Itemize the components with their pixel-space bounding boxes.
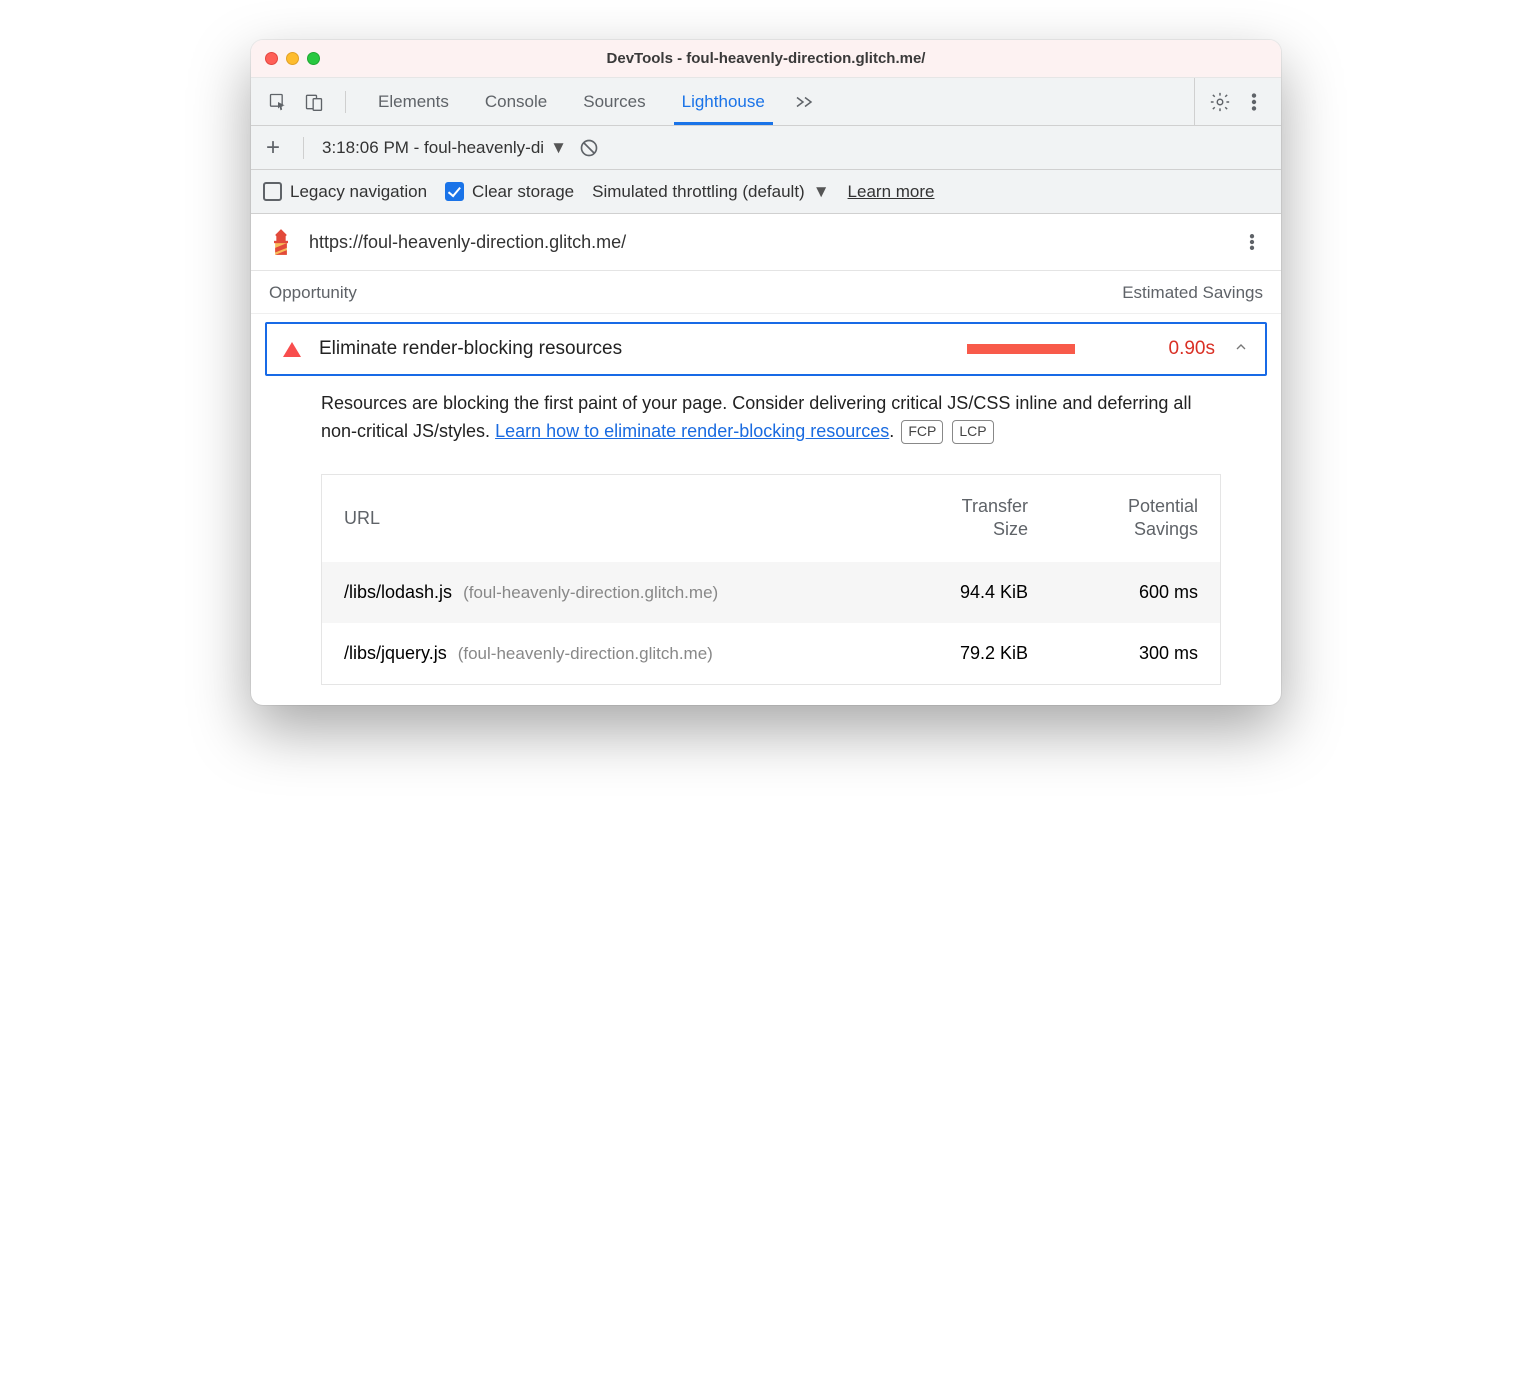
inspect-element-icon[interactable] — [265, 89, 291, 115]
col-size-header: Transfer Size — [868, 495, 1028, 542]
throttling-label: Simulated throttling (default) — [592, 182, 805, 202]
checkbox-icon — [263, 182, 282, 201]
titlebar: DevTools - foul-heavenly-direction.glitc… — [251, 40, 1281, 78]
lighthouse-icon — [267, 228, 295, 256]
table-row[interactable]: /libs/jquery.js (foul-heavenly-direction… — [322, 623, 1220, 684]
audit-render-blocking[interactable]: Eliminate render-blocking resources 0.90… — [265, 322, 1267, 376]
col-url-header: URL — [344, 508, 868, 529]
resource-savings: 300 ms — [1028, 643, 1198, 664]
collapse-chevron-icon — [1233, 339, 1249, 360]
audit-learn-link[interactable]: Learn how to eliminate render-blocking r… — [495, 421, 889, 441]
report-selector-label: 3:18:06 PM - foul-heavenly-di — [322, 138, 544, 158]
legacy-navigation-label: Legacy navigation — [290, 182, 427, 202]
toolbar-right — [1194, 78, 1273, 125]
maximize-window-button[interactable] — [307, 52, 320, 65]
tab-console[interactable]: Console — [467, 78, 565, 125]
tab-sources[interactable]: Sources — [565, 78, 663, 125]
learn-more-link[interactable]: Learn more — [848, 182, 935, 202]
audit-description: Resources are blocking the first paint o… — [251, 376, 1281, 456]
report-url: https://foul-heavenly-direction.glitch.m… — [309, 232, 626, 253]
settings-gear-icon[interactable] — [1207, 89, 1233, 115]
metric-tag-lcp: LCP — [952, 420, 993, 444]
kebab-menu-icon[interactable] — [1241, 89, 1267, 115]
separator — [345, 91, 346, 113]
toolbar-left — [259, 78, 360, 125]
dropdown-caret-icon: ▼ — [550, 138, 567, 158]
window-controls — [265, 52, 320, 65]
legacy-navigation-checkbox[interactable]: Legacy navigation — [263, 182, 427, 202]
close-window-button[interactable] — [265, 52, 278, 65]
report-selector[interactable]: 3:18:06 PM - foul-heavenly-di ▼ — [322, 138, 567, 158]
audit-savings-value: 0.90s — [1135, 338, 1215, 360]
report-menu-icon[interactable] — [1239, 229, 1265, 255]
resource-url: /libs/lodash.js (foul-heavenly-direction… — [344, 582, 868, 603]
dropdown-caret-icon: ▼ — [813, 182, 830, 202]
table-header-row: URL Transfer Size Potential Savings — [322, 475, 1220, 562]
more-tabs-icon[interactable] — [783, 78, 825, 125]
col-savings-header: Potential Savings — [1028, 495, 1198, 542]
device-toolbar-icon[interactable] — [301, 89, 327, 115]
audit-title: Eliminate render-blocking resources — [319, 338, 622, 360]
resource-size: 79.2 KiB — [868, 643, 1028, 664]
resources-table: URL Transfer Size Potential Savings /lib… — [321, 474, 1221, 685]
fail-triangle-icon — [283, 342, 301, 357]
clear-report-icon[interactable] — [577, 136, 601, 160]
audit-description-post: . — [889, 421, 894, 441]
separator — [303, 137, 304, 159]
metric-tag-fcp: FCP — [901, 420, 943, 444]
clear-storage-label: Clear storage — [472, 182, 574, 202]
resource-url: /libs/jquery.js (foul-heavenly-direction… — [344, 643, 868, 664]
clear-storage-checkbox[interactable]: Clear storage — [445, 182, 574, 202]
savings-bar — [967, 344, 1117, 354]
resource-savings: 600 ms — [1028, 582, 1198, 603]
tab-lighthouse[interactable]: Lighthouse — [664, 78, 783, 125]
savings-bar-fill — [967, 344, 1075, 354]
throttling-selector[interactable]: Simulated throttling (default) ▼ — [592, 182, 829, 202]
devtools-window: DevTools - foul-heavenly-direction.glitc… — [251, 40, 1281, 705]
new-report-button[interactable]: + — [261, 134, 285, 162]
lighthouse-run-bar: + 3:18:06 PM - foul-heavenly-di ▼ — [251, 126, 1281, 170]
checkbox-checked-icon — [445, 182, 464, 201]
table-row[interactable]: /libs/lodash.js (foul-heavenly-direction… — [322, 562, 1220, 623]
minimize-window-button[interactable] — [286, 52, 299, 65]
savings-header: Estimated Savings — [1122, 283, 1263, 303]
panel-tabs: Elements Console Sources Lighthouse — [360, 78, 783, 125]
main-tabbar: Elements Console Sources Lighthouse — [251, 78, 1281, 126]
resource-size: 94.4 KiB — [868, 582, 1028, 603]
tab-elements[interactable]: Elements — [360, 78, 467, 125]
window-title: DevTools - foul-heavenly-direction.glitc… — [251, 50, 1281, 67]
lighthouse-options-bar: Legacy navigation Clear storage Simulate… — [251, 170, 1281, 214]
report-url-bar: https://foul-heavenly-direction.glitch.m… — [251, 214, 1281, 271]
opportunity-header: Opportunity — [269, 283, 357, 303]
opportunity-headers: Opportunity Estimated Savings — [251, 271, 1281, 314]
